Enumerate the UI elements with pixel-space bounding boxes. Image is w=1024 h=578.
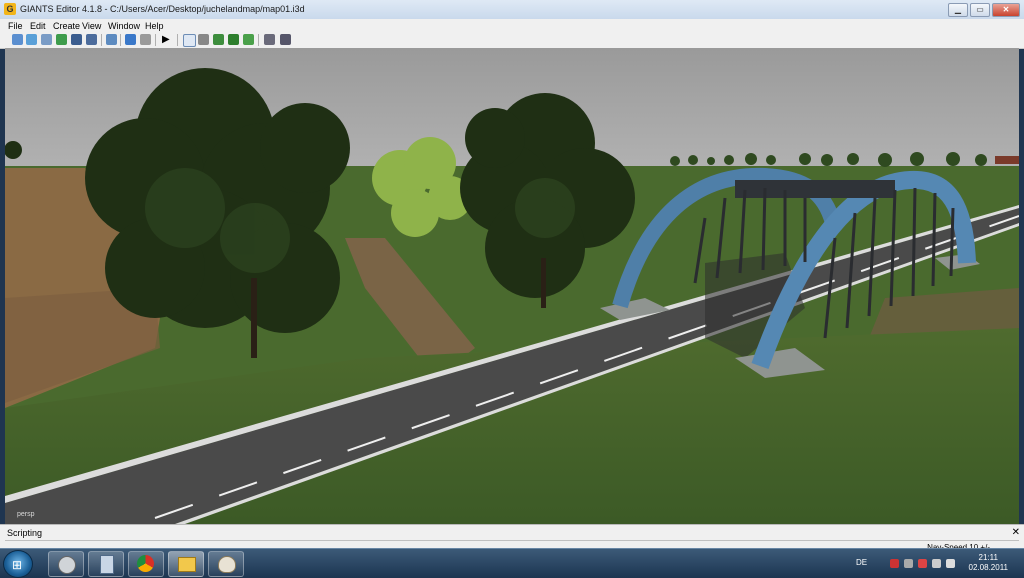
file-manager-icon	[178, 557, 196, 572]
toolbar-separator	[177, 34, 178, 46]
scene-render	[5, 48, 1019, 524]
clock[interactable]: 21:11 02.08.2011	[969, 553, 1008, 573]
window-title: GIANTS Editor 4.1.8 - C:/Users/Acer/Desk…	[20, 4, 305, 14]
scripting-title: Scripting	[7, 528, 43, 538]
scripting-close-icon[interactable]: ✕	[1012, 527, 1020, 538]
menu-file[interactable]: File	[8, 21, 23, 31]
file-manager-taskbar-button[interactable]	[168, 551, 204, 577]
toolbar: ▶	[0, 32, 1024, 49]
save-icon[interactable]	[71, 34, 82, 45]
play-icon[interactable]: ▶	[162, 34, 173, 45]
menu-window[interactable]: Window	[108, 21, 140, 31]
minimize-button[interactable]: ▁	[948, 3, 968, 17]
language-indicator[interactable]: DE	[856, 558, 867, 567]
maximize-button[interactable]: ▭	[970, 3, 990, 17]
move-icon[interactable]	[198, 34, 209, 45]
import-icon[interactable]	[41, 34, 52, 45]
window-controls: ▁ ▭ ✕	[948, 3, 1020, 17]
settings-icon[interactable]	[264, 34, 275, 45]
menu-bar: File Edit Create View Window Help	[0, 19, 1024, 32]
divider	[5, 540, 1019, 541]
tray-app-icon[interactable]	[904, 559, 913, 568]
clock-time: 21:11	[978, 553, 998, 562]
paint-taskbar-button[interactable]	[208, 551, 244, 577]
paint-icon	[218, 556, 236, 573]
camera-label: persp	[17, 511, 35, 518]
save-as-icon[interactable]	[86, 34, 97, 45]
redo-icon[interactable]	[140, 34, 151, 45]
foliage-icon[interactable]	[243, 34, 254, 45]
chrome-taskbar-button[interactable]	[128, 551, 164, 577]
refresh-icon[interactable]	[56, 34, 67, 45]
action-center-icon[interactable]	[918, 559, 927, 568]
new-icon[interactable]	[12, 34, 23, 45]
start-button[interactable]: ⊞	[3, 550, 33, 578]
volume-icon[interactable]	[932, 559, 941, 568]
menu-create[interactable]: Create	[53, 21, 80, 31]
terrain-icon[interactable]	[213, 34, 224, 45]
select-icon[interactable]	[183, 34, 196, 47]
clock-date: 02.08.2011	[968, 563, 1008, 572]
3d-viewport[interactable]: persp	[5, 48, 1019, 524]
system-tray: DE 21:11 02.08.2011	[848, 549, 1024, 577]
giants-editor-icon	[58, 556, 76, 574]
undo-icon[interactable]	[125, 34, 136, 45]
windows-logo-icon: ⊞	[12, 558, 23, 572]
scripting-panel: Scripting ✕ Nav-Speed 10 +/-	[0, 524, 1024, 552]
giants-editor-taskbar-button[interactable]	[48, 551, 84, 577]
menu-edit[interactable]: Edit	[30, 21, 46, 31]
taskbar: ⊞ DE 21:11 02.08.2011	[0, 548, 1024, 578]
toolbar-separator	[120, 34, 121, 46]
gear-icon[interactable]	[280, 34, 291, 45]
network-icon[interactable]	[946, 559, 955, 568]
tray-app-icon[interactable]	[890, 559, 899, 568]
calculator-icon	[100, 555, 114, 574]
menu-view[interactable]: View	[82, 21, 101, 31]
chrome-icon	[137, 555, 154, 572]
open-icon[interactable]	[26, 34, 37, 45]
toolbar-separator	[258, 34, 259, 46]
paint-icon[interactable]	[228, 34, 239, 45]
toolbar-separator	[101, 34, 102, 46]
calculator-taskbar-button[interactable]	[88, 551, 124, 577]
window-title-bar: G GIANTS Editor 4.1.8 - C:/Users/Acer/De…	[0, 0, 1024, 20]
giants-app-icon: G	[4, 3, 16, 15]
toolbar-separator	[155, 34, 156, 46]
close-button[interactable]: ✕	[992, 3, 1020, 17]
menu-help[interactable]: Help	[145, 21, 164, 31]
scene-icon[interactable]	[106, 34, 117, 45]
